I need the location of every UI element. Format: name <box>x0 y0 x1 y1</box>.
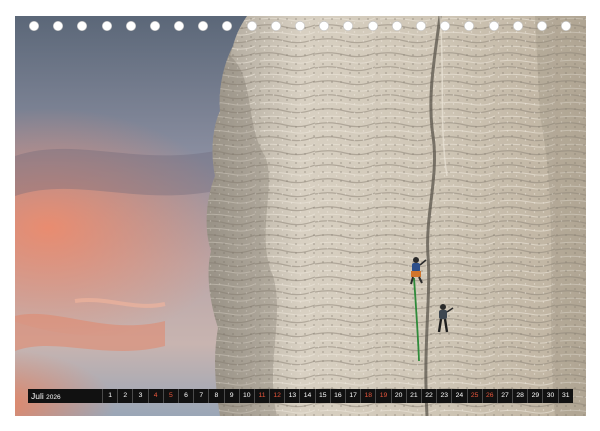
day-cell: 30 <box>542 389 557 403</box>
day-cell: 2 <box>117 389 132 403</box>
day-cell: 20 <box>390 389 406 403</box>
day-cell: 10 <box>238 389 254 403</box>
day-cell: 11 <box>253 389 269 403</box>
day-cell: 4 <box>147 389 163 403</box>
day-cell: 12 <box>269 389 284 403</box>
month-label: Juli 2026 <box>28 389 102 403</box>
day-cell: 22 <box>420 389 436 403</box>
day-cell: 21 <box>405 389 421 403</box>
month-name: Juli <box>31 391 44 401</box>
day-cell: 17 <box>345 389 360 403</box>
day-cell: 1 <box>102 389 117 403</box>
day-cell: 16 <box>329 389 345 403</box>
calendar-strip: Juli 2026 1 2 3 4 5 6 7 8 9 10 11 12 13 14 15 16 17 18 19 2… <box>28 389 573 403</box>
day-cell: 24 <box>451 389 466 403</box>
day-cell: 18 <box>360 389 375 403</box>
day-cell: 5 <box>162 389 178 403</box>
day-cell: 3 <box>132 389 147 403</box>
year: 2026 <box>46 394 61 401</box>
day-cell: 14 <box>299 389 314 403</box>
day-cell: 26 <box>481 389 497 403</box>
day-cell: 6 <box>177 389 193 403</box>
day-cell: 29 <box>527 389 542 403</box>
calendar-photo <box>15 16 586 416</box>
day-cell: 8 <box>208 389 223 403</box>
day-cell: 7 <box>193 389 208 403</box>
day-cell: 13 <box>284 389 299 403</box>
day-cell: 27 <box>496 389 512 403</box>
day-cell: 23 <box>436 389 451 403</box>
climbing-photo <box>15 16 586 416</box>
day-cell: 19 <box>375 389 390 403</box>
day-cell: 25 <box>466 389 482 403</box>
day-cell: 9 <box>223 389 239 403</box>
day-cell: 15 <box>314 389 330 403</box>
day-cell: 28 <box>512 389 527 403</box>
day-cell: 31 <box>557 389 573 403</box>
day-list: 1 2 3 4 5 6 7 8 9 10 11 12 13 14 15 16 17 18 19 20 21 22 23 24 2… <box>102 389 573 403</box>
